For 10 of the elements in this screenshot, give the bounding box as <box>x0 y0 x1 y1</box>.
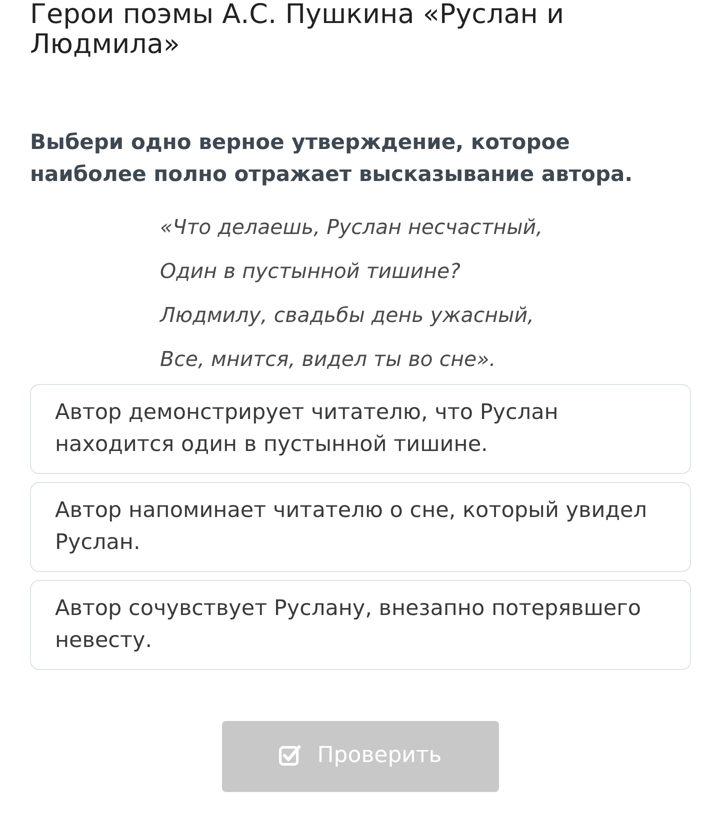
poem-line: Людмилу, свадьбы день ужасный, <box>160 302 534 329</box>
answer-option[interactable]: Автор демонстрирует читателю, что Руслан находится один в пустынной тишине. <box>30 384 691 474</box>
checkbox-tick-icon <box>279 745 302 766</box>
poem-line: Один в пустынной тишине? <box>160 258 461 285</box>
answer-option[interactable]: Автор напоминает читателю о сне, который увидел Руслан. <box>30 482 691 572</box>
question-text: Выбери одно верное утверждение, которое наиболее полно отражает высказывание автора. <box>30 129 634 188</box>
page-title: Герои поэмы А.С. Пушкина «Руслан и Людмила» <box>30 0 566 60</box>
answer-option[interactable]: Автор сочувствует Руслану, внезапно потерявшего невесту. <box>30 580 691 670</box>
poem-line: «Что делаешь, Руслан несчастный, <box>160 214 543 241</box>
poem-line: Все, мнится, видел ты во сне». <box>160 346 496 373</box>
